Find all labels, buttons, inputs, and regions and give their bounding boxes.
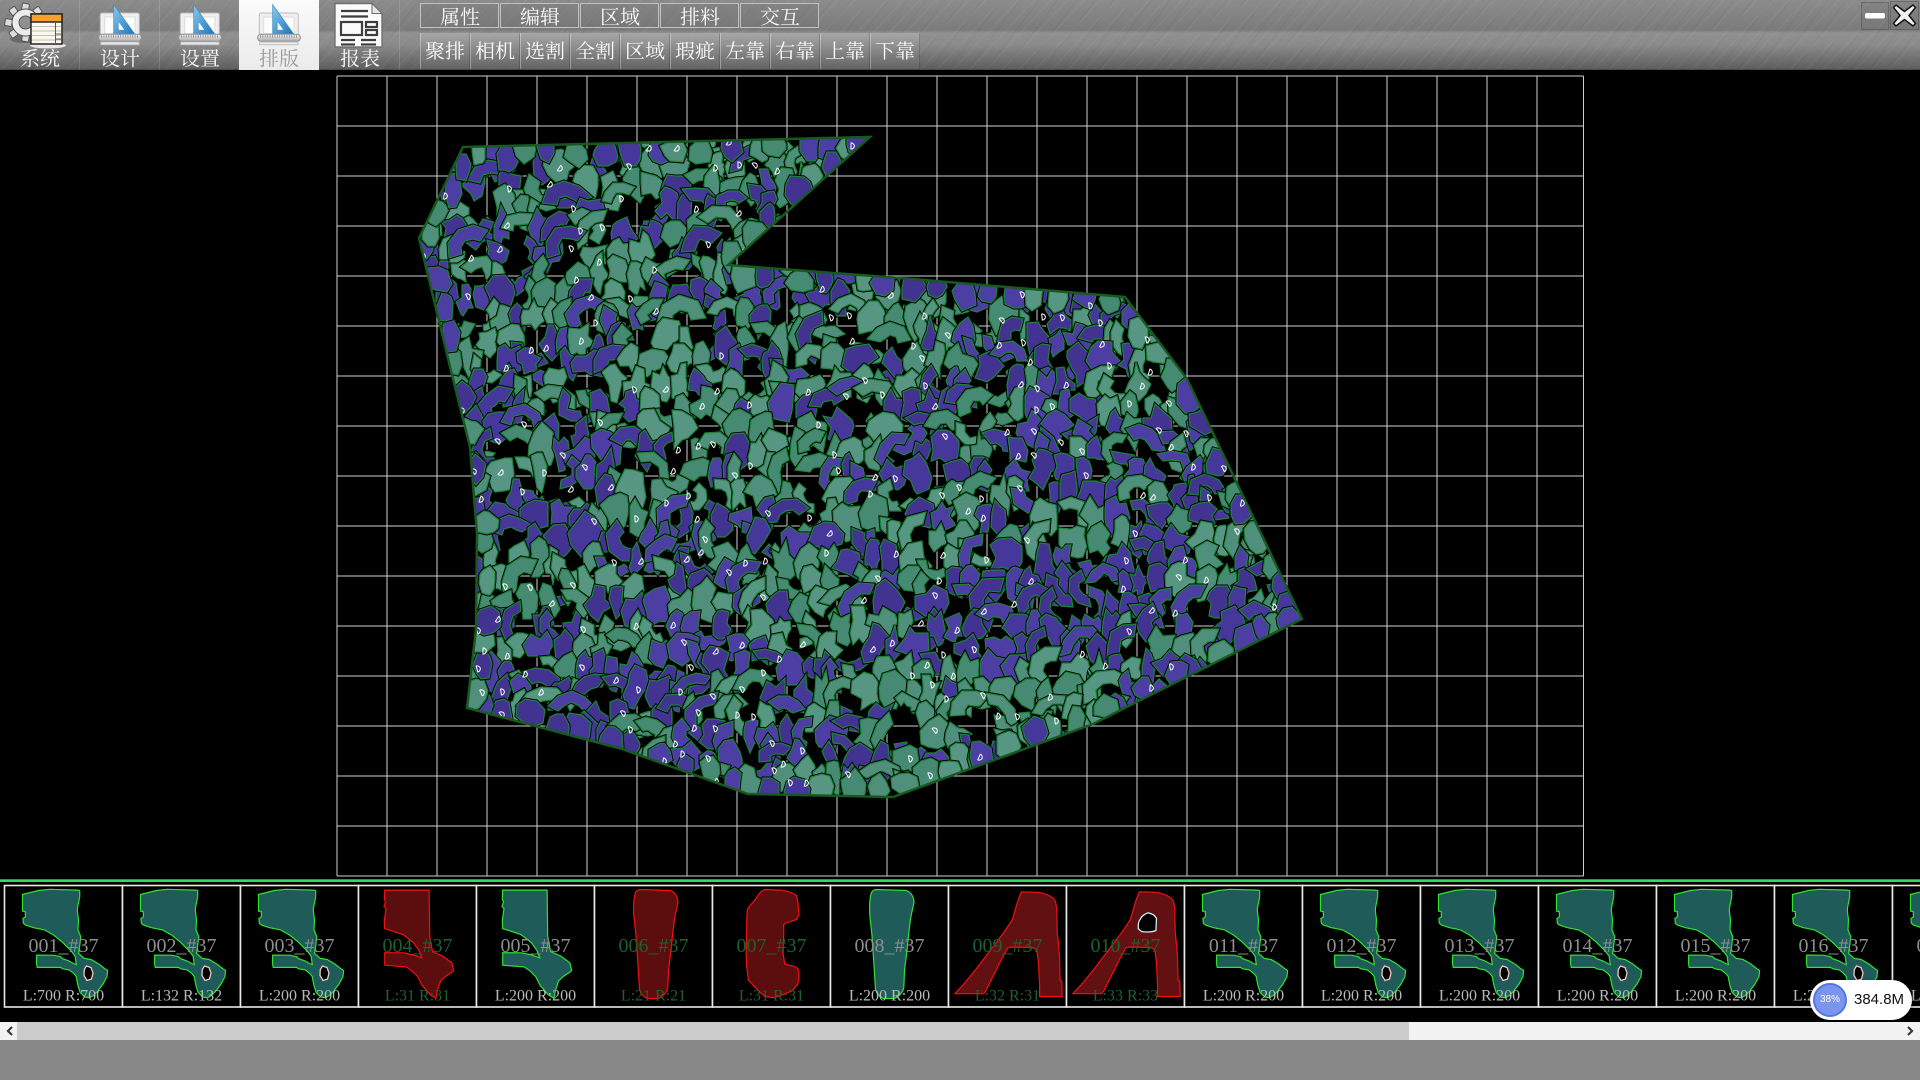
svg-text:011_#37: 011_#37 <box>1209 935 1278 957</box>
svg-text:L:200 R:200: L:200 R:200 <box>1439 988 1520 1005</box>
svg-text:001_#37: 001_#37 <box>29 935 99 957</box>
svg-text:010_#37: 010_#37 <box>1091 935 1161 957</box>
svg-text:L:21 R:21: L:21 R:21 <box>621 988 686 1005</box>
svg-text:L:200 R:200: L:200 R:200 <box>1557 988 1638 1005</box>
svg-text:007_#37: 007_#37 <box>737 935 807 957</box>
svg-text:006_#37: 006_#37 <box>619 935 689 957</box>
svg-text:005_#37: 005_#37 <box>501 935 571 957</box>
svg-text:002_#37: 002_#37 <box>147 935 217 957</box>
svg-text:017_#37: 017_#37 <box>1917 935 1920 957</box>
svg-text:004_#37: 004_#37 <box>383 935 453 957</box>
svg-text:L:33 R:33: L:33 R:33 <box>1093 988 1158 1005</box>
svg-text:003_#37: 003_#37 <box>265 935 335 957</box>
svg-text:L:200 R:200: L:200 R:200 <box>1911 988 1920 1005</box>
svg-text:014_#37: 014_#37 <box>1563 935 1633 957</box>
svg-text:L:700 R:700: L:700 R:700 <box>23 988 104 1005</box>
svg-text:015_#37: 015_#37 <box>1681 935 1751 957</box>
svg-text:L:200 R:200: L:200 R:200 <box>849 988 930 1005</box>
svg-text:L:31 R:31: L:31 R:31 <box>739 988 804 1005</box>
svg-text:013_#37: 013_#37 <box>1445 935 1515 957</box>
svg-text:L:200 R:200: L:200 R:200 <box>1203 988 1284 1005</box>
svg-text:012_#37: 012_#37 <box>1327 935 1397 957</box>
svg-text:L:132 R:132: L:132 R:132 <box>141 988 222 1005</box>
svg-text:L:200 R:200: L:200 R:200 <box>495 988 576 1005</box>
svg-text:L:31 R:31: L:31 R:31 <box>385 988 450 1005</box>
svg-text:016_#37: 016_#37 <box>1799 935 1869 957</box>
svg-text:009_#37: 009_#37 <box>973 935 1043 957</box>
svg-text:L:32 R:31: L:32 R:31 <box>975 988 1040 1005</box>
svg-text:L:200 R:200: L:200 R:200 <box>1321 988 1402 1005</box>
svg-text:L:200 R:200: L:200 R:200 <box>259 988 340 1005</box>
svg-text:008_#37: 008_#37 <box>855 935 925 957</box>
svg-text:L:200 R:200: L:200 R:200 <box>1675 988 1756 1005</box>
